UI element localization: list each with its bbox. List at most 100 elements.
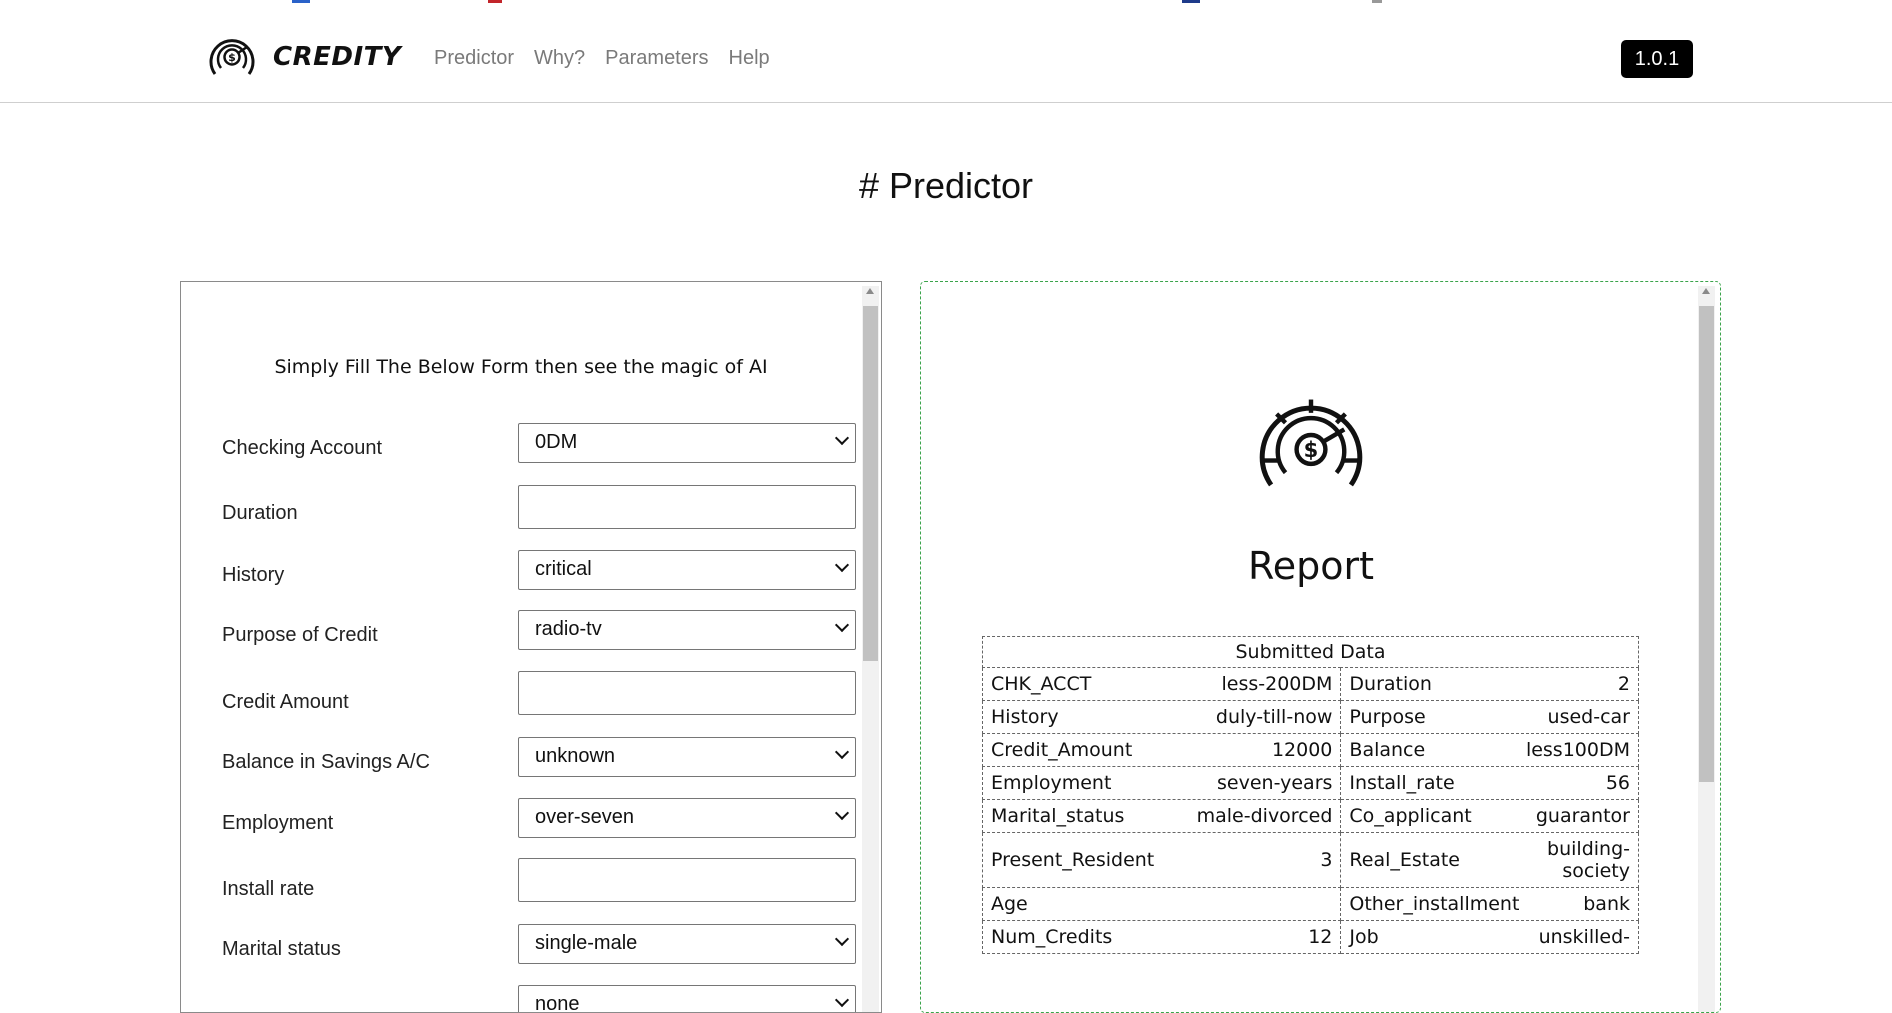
field-key: Marital_status: [991, 805, 1125, 827]
svg-text:$: $: [228, 51, 236, 64]
checking-account-select[interactable]: 0DM: [518, 423, 856, 463]
employment-select[interactable]: over-seven: [518, 798, 856, 838]
page-title: # Predictor: [858, 165, 1034, 206]
field-key: Purpose: [1349, 706, 1426, 728]
checking-account-value: 0DM: [535, 431, 578, 453]
checking-account-label: Checking Account: [222, 437, 383, 459]
field-value: male-divorced: [1196, 805, 1333, 827]
nav-item-help[interactable]: Help: [729, 47, 770, 70]
speedometer-report-icon: $: [1259, 399, 1363, 487]
form-row-savings-balance: Balance in Savings A/C unknown: [222, 737, 856, 781]
field-value: less100DM: [1525, 739, 1630, 761]
purpose-select[interactable]: radio-tv: [518, 610, 856, 650]
field-value: 2: [1617, 673, 1630, 695]
table-row: Marital_status male-divorced Co_applicant…: [981, 799, 1639, 833]
employment-value: over-seven: [535, 806, 634, 828]
main-nav: Predictor Why? Parameters Help: [434, 47, 790, 70]
report-scrollbar[interactable]: [1698, 286, 1715, 1012]
chevron-down-icon: [834, 744, 850, 760]
field-value: bank: [1583, 893, 1630, 915]
form-scroll-thumb[interactable]: [863, 306, 878, 661]
field-value: duly-till-now: [1215, 706, 1333, 728]
form-row-employment: Employment over-seven: [222, 798, 856, 842]
duration-label: Duration: [222, 502, 298, 524]
field-key: Install_rate: [1349, 772, 1455, 794]
field-value: building-society: [1547, 838, 1630, 882]
form-row-co-applicant: none: [222, 985, 856, 1012]
form-row-marital-status: Marital status single-male: [222, 924, 856, 968]
chevron-down-icon: [834, 805, 850, 821]
chevron-down-icon: [834, 617, 850, 633]
co-applicant-value: none: [535, 993, 580, 1013]
purpose-label: Purpose of Credit: [222, 624, 378, 646]
table-header: Submitted Data: [982, 636, 1639, 668]
field-key: Duration: [1349, 673, 1432, 695]
form-row-history: History critical: [222, 550, 856, 594]
form-scrollbar[interactable]: [862, 286, 879, 1012]
history-value: critical: [535, 558, 592, 580]
field-value: used-car: [1547, 706, 1630, 728]
nav-item-predictor[interactable]: Predictor: [434, 47, 514, 70]
brand[interactable]: $ CREDITY: [207, 34, 401, 80]
history-label: History: [222, 564, 285, 586]
table-row: Credit_Amount 12000 Balance less100DM: [981, 733, 1639, 767]
purpose-value: radio-tv: [535, 618, 602, 640]
field-key: History: [991, 706, 1059, 728]
field-key: CHK_ACCT: [991, 673, 1092, 695]
install-rate-input[interactable]: [518, 858, 856, 902]
field-key: Num_Credits: [991, 926, 1113, 948]
form-row-purpose: Purpose of Credit radio-tv: [222, 610, 856, 654]
field-key: Age: [991, 893, 1028, 915]
speedometer-logo-icon: $: [209, 39, 255, 75]
navbar: $ CREDITY Predictor Why? Parameters Help…: [0, 0, 1892, 103]
marital-status-label: Marital status: [222, 938, 341, 960]
form-row-checking-account: Checking Account 0DM: [222, 423, 856, 467]
field-key: Employment: [991, 772, 1112, 794]
field-value: 12000: [1271, 739, 1333, 761]
history-select[interactable]: critical: [518, 550, 856, 590]
nav-item-why[interactable]: Why?: [534, 47, 585, 70]
credit-amount-label: Credit Amount: [222, 691, 349, 713]
field-value: seven-years: [1217, 772, 1333, 794]
marital-status-value: single-male: [535, 932, 638, 954]
brand-name: CREDITY: [273, 42, 402, 72]
table-row: Num_Credits 12 Job unskilled-: [981, 920, 1639, 954]
chevron-down-icon: [834, 557, 850, 573]
prediction-form-panel: Simply Fill The Below Form then see the …: [180, 281, 882, 1013]
credit-amount-input[interactable]: [518, 671, 856, 715]
co-applicant-select[interactable]: none: [518, 985, 856, 1013]
report-panel: $ Report Submitted Data CHK_ACCT less-200…: [920, 281, 1721, 1013]
nav-item-parameters[interactable]: Parameters: [605, 47, 708, 70]
field-key: Balance: [1349, 739, 1426, 761]
table-row: CHK_ACCT less-200DM Duration 2: [981, 667, 1639, 701]
form-row-credit-amount: Credit Amount: [222, 671, 856, 715]
field-value: unskilled-: [1538, 926, 1630, 948]
field-value: less-200DM: [1221, 673, 1333, 695]
scroll-up-arrow-icon[interactable]: [1702, 288, 1710, 294]
report-scroll-thumb[interactable]: [1699, 306, 1714, 782]
form-row-duration: Duration: [222, 485, 856, 529]
form-row-install-rate: Install rate: [222, 858, 856, 902]
form-intro-text: Simply Fill The Below Form then see the …: [274, 356, 768, 378]
field-value: 12: [1308, 926, 1333, 948]
table-row: Age Other_installment bank: [981, 887, 1639, 921]
table-row: Employment seven-years Install_rate 56: [981, 766, 1639, 800]
field-key: Real_Estate: [1349, 849, 1461, 871]
marital-status-select[interactable]: single-male: [518, 924, 856, 964]
field-key: Co_applicant: [1349, 805, 1472, 827]
savings-balance-select[interactable]: unknown: [518, 737, 856, 777]
chevron-down-icon: [834, 931, 850, 947]
table-row: History duly-till-now Purpose used-car: [981, 700, 1639, 734]
field-value: guarantor: [1535, 805, 1630, 827]
savings-balance-value: unknown: [535, 745, 616, 767]
field-value: 56: [1605, 772, 1630, 794]
svg-text:$: $: [1304, 437, 1319, 462]
field-key: Present_Resident: [991, 849, 1155, 871]
version-badge[interactable]: 1.0.1: [1621, 40, 1693, 78]
field-key: Credit_Amount: [991, 739, 1133, 761]
duration-input[interactable]: [518, 485, 856, 529]
savings-balance-label: Balance in Savings A/C: [222, 751, 430, 773]
scroll-up-arrow-icon[interactable]: [866, 288, 874, 294]
employment-label: Employment: [222, 812, 334, 834]
report-title: Report: [1248, 544, 1374, 588]
